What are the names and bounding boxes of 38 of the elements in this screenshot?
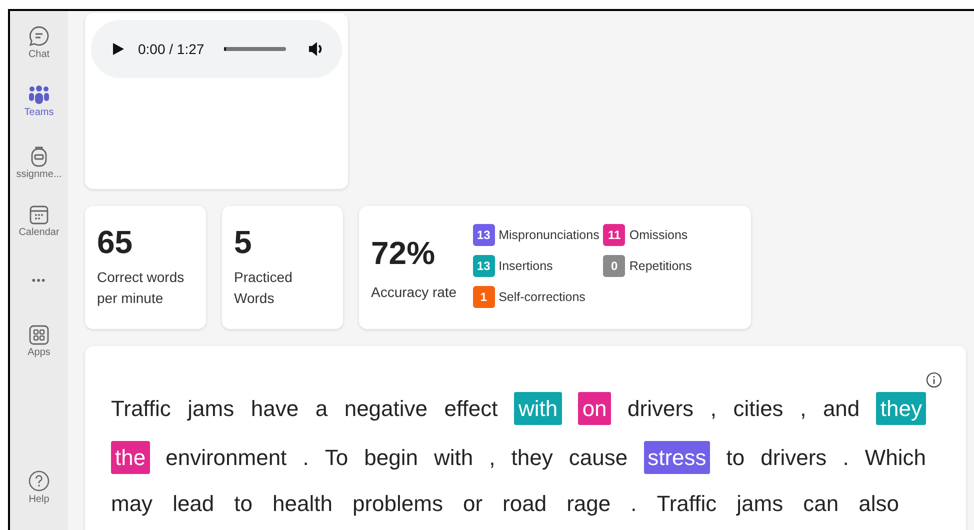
help-icon xyxy=(28,470,50,492)
apps-icon xyxy=(28,325,49,345)
passage-line: the environment . To begin with , they cause stress to drivers . Which xyxy=(111,433,926,482)
volume-icon[interactable] xyxy=(308,41,324,57)
error-label: Mispronunciations xyxy=(498,228,600,242)
audio-player[interactable]: 0:00 / 1:27 xyxy=(91,20,342,78)
accuracy-value: 72% xyxy=(371,235,436,272)
audio-time: 0:00 / 1:27 xyxy=(138,41,204,57)
count-badge: 0 xyxy=(603,255,626,277)
stat-label: Correct words per minute xyxy=(97,268,186,308)
calendar-icon xyxy=(29,205,49,225)
passage-line: Traffic jams have a negative effect with on drivers , cities , and they xyxy=(111,384,926,433)
count-badge: 1 xyxy=(472,286,495,308)
chat-icon xyxy=(28,25,50,47)
sidebar-item[interactable]: Calendar xyxy=(18,205,60,265)
error-label: Insertions xyxy=(498,259,553,273)
sidebar-item[interactable]: Teams xyxy=(24,85,54,145)
sidebar-item[interactable]: ssignme... xyxy=(16,145,62,205)
people-icon xyxy=(28,85,50,105)
error-label: Repetitions xyxy=(629,259,692,273)
count-badge: 11 xyxy=(603,224,626,246)
sidebar-item[interactable]: Chat xyxy=(28,25,50,85)
info-icon[interactable] xyxy=(926,372,942,388)
passage-line: may lead to health problems or road rage . Traffic jams can also xyxy=(111,490,900,518)
error-label: Self-corrections xyxy=(498,290,586,304)
help-button[interactable]: Help xyxy=(28,470,50,530)
stat-value: 65 xyxy=(97,224,134,261)
stat-label: Practiced Words xyxy=(234,268,294,308)
sidebar-item[interactable]: Apps xyxy=(28,325,50,385)
accuracy-label: Accuracy rate xyxy=(371,284,457,300)
error-label: Omissions xyxy=(629,228,688,242)
audio-progress[interactable] xyxy=(224,47,286,51)
count-badge: 13 xyxy=(472,224,495,246)
sidebar-item[interactable]: ••• xyxy=(32,265,46,325)
count-badge: 13 xyxy=(472,255,495,277)
backpack-icon xyxy=(30,145,48,167)
play-icon[interactable] xyxy=(113,43,124,55)
stat-value: 5 xyxy=(234,224,253,261)
